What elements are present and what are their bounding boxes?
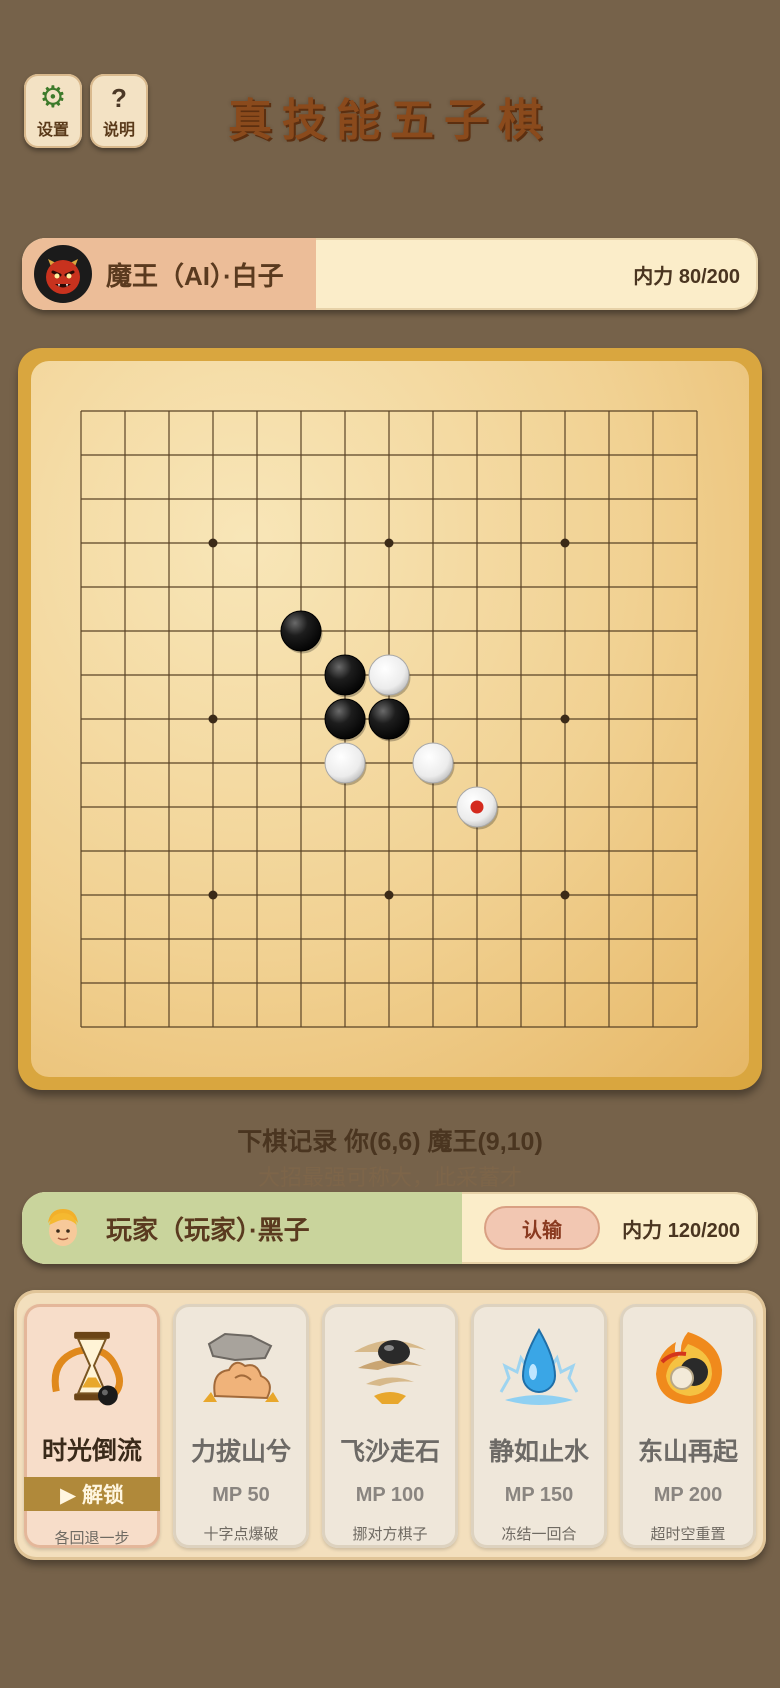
black-stone	[280, 610, 322, 652]
star-point	[208, 714, 218, 724]
skill-card-time-rewind[interactable]: 时光倒流 ▶ 解锁 各回退一步	[24, 1304, 160, 1548]
skill-cost: MP 200	[653, 1484, 723, 1506]
skill-card-comeback[interactable]: 东山再起 MP 200 超时空重置	[620, 1304, 756, 1548]
board-frame	[18, 348, 762, 1090]
white-stone	[368, 654, 410, 696]
tornado-stone-icon	[354, 1340, 426, 1404]
human-player-name: 玩家（玩家）·黑子	[106, 1214, 310, 1245]
white-stone	[324, 742, 366, 784]
resign-button[interactable]: 认输	[484, 1206, 600, 1250]
human-player-info: 玩家（玩家）·黑子	[22, 1192, 462, 1264]
gomoku-board[interactable]	[31, 361, 749, 1077]
star-point	[384, 538, 394, 548]
fire-stone-icon	[656, 1332, 722, 1404]
hourglass-icon	[51, 1331, 123, 1406]
skill-desc: 超时空重置	[650, 1526, 726, 1543]
ai-mp-value: 内力 80/200	[633, 265, 740, 288]
demon-face-icon	[34, 245, 92, 303]
skill-desc: 挪对方棋子	[352, 1526, 428, 1543]
skill-hint: 大招最强可称大，此采蓄才	[257, 1165, 522, 1190]
star-point	[208, 890, 218, 900]
skill-name: 力拔山兮	[190, 1438, 291, 1466]
white-stone	[412, 742, 454, 784]
star-point	[384, 890, 394, 900]
skill-desc: 十字点爆破	[203, 1526, 279, 1543]
skill-name: 时光倒流	[41, 1437, 142, 1466]
skill-cost: MP 150	[504, 1484, 574, 1506]
human-mp-value: 内力 120/200	[622, 1219, 740, 1242]
skill-desc: 冻结一回合	[501, 1526, 577, 1543]
skill-cost: MP 50	[212, 1484, 270, 1506]
skill-cost: MP 100	[355, 1484, 425, 1506]
strong-arm-rock-icon	[203, 1332, 279, 1402]
star-point	[560, 538, 570, 548]
skill-desc: 各回退一步	[54, 1530, 130, 1547]
skill-card-mountain-lift[interactable]: 力拔山兮 MP 50 十字点爆破	[173, 1304, 309, 1548]
ai-player-name: 魔王（AI）·白子	[106, 260, 284, 291]
star-point	[560, 714, 570, 724]
ai-player-bar: 魔王（AI）·白子 内力 80/200	[22, 238, 758, 310]
game-title: 真技能五子棋	[228, 95, 552, 146]
ai-player-info: 魔王（AI）·白子	[22, 238, 316, 310]
black-stone	[368, 698, 410, 740]
skill-name: 静如止水	[488, 1438, 589, 1466]
skill-card-still-water[interactable]: 静如止水 MP 150 冻结一回合	[471, 1304, 607, 1548]
human-player-bar: 玩家（玩家）·黑子 认输 内力 120/200	[22, 1192, 758, 1264]
last-move-marker	[470, 800, 484, 814]
star-point	[208, 538, 218, 548]
water-drop-icon	[499, 1327, 579, 1405]
star-point	[560, 890, 570, 900]
skill-card-sandstorm[interactable]: 飞沙走石 MP 100 挪对方棋子	[322, 1304, 458, 1548]
black-stone	[324, 654, 366, 696]
board-surface	[31, 361, 749, 1077]
skill-name: 飞沙走石	[339, 1438, 440, 1466]
skill-name: 东山再起	[637, 1438, 738, 1466]
skills-panel: 时光倒流 ▶ 解锁 各回退一步 力拔山兮 MP 50 十字点爆破 飞沙走石 MP…	[14, 1290, 766, 1560]
move-log: 下棋记录 你(6,6) 魔王(9,10)	[237, 1128, 543, 1156]
unlock-button[interactable]: ▶ 解锁	[24, 1477, 160, 1511]
black-stone	[324, 698, 366, 740]
boy-face-icon	[34, 1199, 92, 1257]
